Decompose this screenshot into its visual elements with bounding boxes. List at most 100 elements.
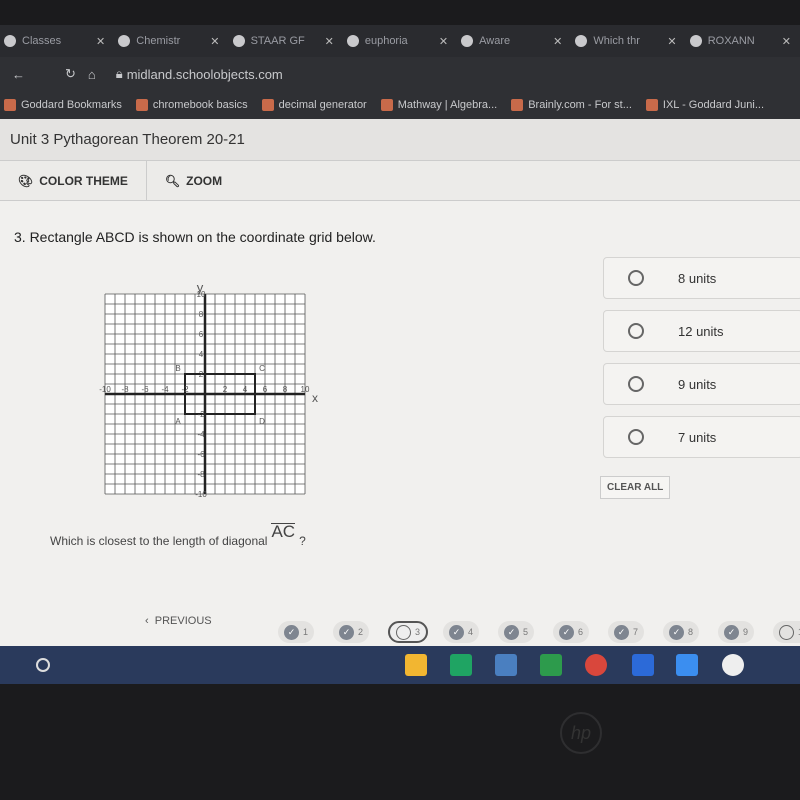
close-tab-icon[interactable]: ✕ <box>553 35 562 48</box>
tab-favicon-icon <box>689 35 702 47</box>
close-tab-icon[interactable]: ✕ <box>210 35 219 48</box>
bookmark-item[interactable]: Goddard Bookmarks <box>4 99 122 111</box>
question-nav-item[interactable]: ✓ 1 <box>278 621 315 643</box>
y-tick-label: -4 <box>197 430 205 439</box>
x-axis-label: x <box>312 391 318 405</box>
x-tick-label: 2 <box>223 385 228 394</box>
radio-button[interactable] <box>628 376 644 392</box>
x-tick-label: 4 <box>243 385 248 394</box>
tab-favicon-icon <box>232 35 245 47</box>
question-nav-item[interactable]: ✓ 9 <box>718 621 755 643</box>
question-nav-item[interactable]: 3 <box>388 621 429 643</box>
close-tab-icon[interactable]: ✕ <box>782 35 791 48</box>
answer-option[interactable]: 12 units <box>603 310 800 352</box>
question-nav-item[interactable]: ✓ 6 <box>553 621 590 643</box>
option-label: 9 units <box>678 376 717 392</box>
clear-all-button[interactable]: CLEAR ALL <box>600 476 671 499</box>
docs-app-icon[interactable] <box>676 654 698 676</box>
previous-button[interactable]: ‹ PREVIOUS <box>145 615 212 627</box>
chrome-app-icon[interactable] <box>585 654 607 676</box>
radio-button[interactable] <box>628 429 644 445</box>
question-prompt: Which is closest to the length of diagon… <box>50 523 306 548</box>
check-icon: ✓ <box>339 624 354 640</box>
bookmark-icon <box>135 99 148 111</box>
slides-app-icon[interactable] <box>405 654 427 676</box>
bookmark-label: Brainly.com - For st... <box>528 99 632 111</box>
radio-button[interactable] <box>628 270 644 286</box>
hp-logo: hp <box>560 712 602 754</box>
bookmark-item[interactable]: Mathway | Algebra... <box>380 99 497 111</box>
unanswered-icon <box>396 624 411 640</box>
question-number: 4 <box>468 627 474 637</box>
tab-favicon-icon <box>118 35 131 47</box>
browser-tab[interactable]: Chemistr ✕ <box>114 35 228 48</box>
question-text: 3. Rectangle ABCD is shown on the coordi… <box>14 229 376 245</box>
color-theme-button[interactable]: 🎨︎ COLOR THEME <box>0 161 146 200</box>
texas-app-icon[interactable] <box>632 654 654 676</box>
reload-icon[interactable]: ↻ <box>65 66 76 82</box>
previous-label: PREVIOUS <box>154 615 212 627</box>
check-icon: ✓ <box>284 624 299 640</box>
option-label: 8 units <box>678 270 717 286</box>
close-tab-icon[interactable]: ✕ <box>439 35 448 48</box>
question-nav-item[interactable]: 10 <box>773 621 800 643</box>
bookmark-item[interactable]: IXL - Goddard Juni... <box>645 99 764 111</box>
tab-favicon-icon <box>461 35 474 47</box>
bookmark-item[interactable]: Brainly.com - For st... <box>511 99 632 111</box>
close-tab-icon[interactable]: ✕ <box>96 35 105 48</box>
tab-title: STAAR GF <box>250 35 305 47</box>
play-store-icon[interactable] <box>722 654 744 676</box>
url-text[interactable]: midland.schoolobjects.com <box>127 67 283 82</box>
launcher-icon[interactable] <box>36 658 50 672</box>
radio-button[interactable] <box>628 323 644 339</box>
game-app-icon[interactable] <box>495 654 517 676</box>
question-nav-item[interactable]: ✓ 2 <box>333 621 370 643</box>
y-tick-label: -8 <box>197 470 205 479</box>
x-tick-label: -2 <box>181 385 189 394</box>
answer-option[interactable]: 8 units <box>603 257 800 299</box>
question-nav-item[interactable]: ✓ 5 <box>498 621 535 643</box>
x-tick-label: -8 <box>121 385 129 394</box>
bookmark-icon <box>645 99 658 111</box>
x-tick-label: 10 <box>301 385 310 394</box>
x-tick-label: -6 <box>141 385 149 394</box>
question-number: 2 <box>358 627 364 637</box>
tab-title: euphoria <box>364 35 408 47</box>
check-icon: ✓ <box>449 624 464 640</box>
browser-tab[interactable]: Which thr ✕ <box>571 35 685 48</box>
question-nav-item[interactable]: ✓ 8 <box>663 621 700 643</box>
zoom-button[interactable]: 🔍︎ ZOOM <box>145 161 240 200</box>
browser-tab[interactable]: euphoria ✕ <box>343 35 457 48</box>
y-tick-label: 4 <box>199 350 204 359</box>
bookmark-item[interactable]: chromebook basics <box>135 99 248 111</box>
tab-favicon-icon <box>575 35 588 47</box>
x-tick-label: 6 <box>263 385 268 394</box>
close-tab-icon[interactable]: ✕ <box>325 35 334 48</box>
bookmark-icon <box>380 99 393 111</box>
classroom-app-icon[interactable] <box>540 654 562 676</box>
question-nav-item[interactable]: ✓ 7 <box>608 621 645 643</box>
browser-tab[interactable]: Aware ✕ <box>457 35 571 48</box>
answer-option[interactable]: 7 units <box>603 416 800 458</box>
bookmark-label: IXL - Goddard Juni... <box>662 99 764 111</box>
bookmark-item[interactable]: decimal generator <box>261 99 367 111</box>
check-icon: ✓ <box>669 624 684 640</box>
tab-title: Classes <box>22 35 62 47</box>
check-icon: ✓ <box>614 624 629 640</box>
browser-tab[interactable]: ROXANN ✕ <box>686 35 800 48</box>
zoom-icon: 🔍︎ <box>164 173 181 188</box>
x-tick-label: 8 <box>283 385 288 394</box>
answer-option[interactable]: 9 units <box>603 363 800 405</box>
question-number: 9 <box>743 627 749 637</box>
home-icon[interactable]: ⌂ <box>88 67 96 82</box>
browser-tab[interactable]: STAAR GF ✕ <box>229 35 343 48</box>
close-tab-icon[interactable]: ✕ <box>667 35 676 48</box>
sheets-app-icon[interactable] <box>450 654 472 676</box>
question-nav-item[interactable]: ✓ 4 <box>443 621 480 643</box>
address-bar[interactable]: ← ↻ ⌂ 🔒︎ midland.schoolobjects.com <box>0 57 800 91</box>
browser-tab[interactable]: Classes ✕ <box>0 35 114 48</box>
vertex-label-d: D <box>259 417 265 426</box>
y-tick-label: 8 <box>199 310 204 319</box>
question-number: 3 <box>415 627 421 637</box>
back-icon[interactable]: ← <box>12 67 25 82</box>
